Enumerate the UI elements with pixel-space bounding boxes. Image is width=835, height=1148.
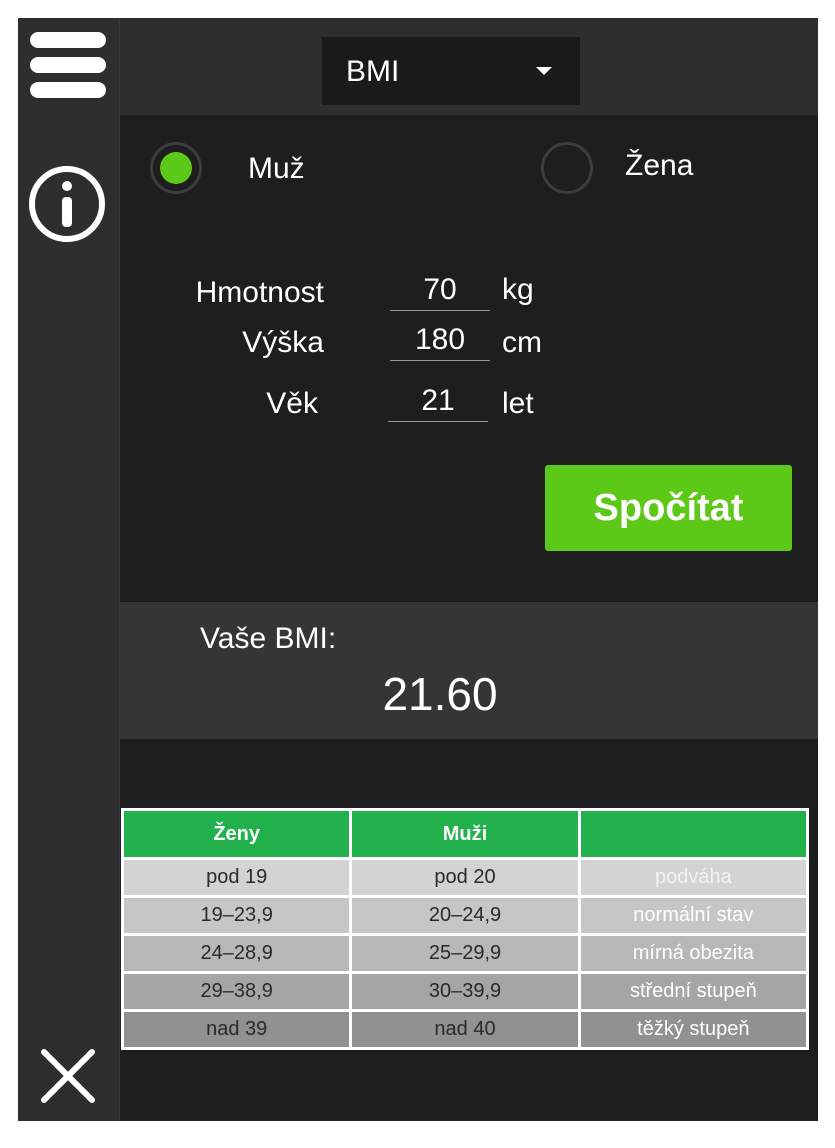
table-cell-women: 24–28,9 — [120, 933, 353, 974]
radio-female-label[interactable]: Žena — [625, 149, 693, 183]
mode-dropdown-value: BMI — [346, 55, 400, 88]
table-row: 19–23,9 20–24,9 normální stav — [120, 895, 810, 936]
table-cell-women: nad 39 — [120, 1009, 353, 1050]
sidebar — [18, 18, 120, 1121]
table-cell-women: 29–38,9 — [120, 971, 353, 1012]
result-label: Vaše BMI: — [200, 622, 337, 655]
radio-male-label[interactable]: Muž — [248, 152, 305, 186]
radio-female[interactable] — [541, 142, 593, 194]
table-row: 29–38,9 30–39,9 střední stupeň — [120, 971, 810, 1012]
table-header-category — [577, 808, 810, 860]
top-bar: BMI — [120, 18, 818, 115]
close-icon[interactable] — [40, 1048, 96, 1104]
table-cell-men: 20–24,9 — [349, 895, 581, 936]
weight-input[interactable] — [390, 270, 490, 311]
height-label: Výška — [242, 326, 324, 359]
mode-dropdown[interactable]: BMI — [322, 37, 580, 105]
table-row: pod 19 pod 20 podváha — [120, 857, 810, 898]
table-cell-category: střední stupeň — [577, 971, 810, 1012]
age-unit: let — [502, 387, 534, 420]
table-header-men: Muži — [349, 808, 581, 860]
table-cell-men: nad 40 — [349, 1009, 581, 1050]
calculate-button[interactable]: Spočítat — [545, 465, 792, 551]
table-cell-men: pod 20 — [349, 857, 581, 898]
age-label: Věk — [266, 387, 318, 420]
table-row: 24–28,9 25–29,9 mírná obezita — [120, 933, 810, 974]
table-cell-category: podváha — [577, 857, 810, 898]
bmi-reference-table: Ženy Muži pod 19 pod 20 podváha 19–23,9 … — [120, 808, 810, 1050]
chevron-down-icon — [536, 67, 552, 75]
radio-male-selected-dot — [160, 152, 192, 184]
table-cell-category: mírná obezita — [577, 933, 810, 974]
radio-male[interactable] — [150, 142, 202, 194]
hamburger-menu-icon[interactable] — [30, 32, 106, 98]
table-cell-women: pod 19 — [120, 857, 353, 898]
table-cell-category: těžký stupeň — [577, 1009, 810, 1050]
result-value: 21.60 — [382, 668, 498, 720]
app-window: BMI Muž Žena Hmotnost kg Výška cm Věk le… — [18, 18, 818, 1121]
age-input[interactable] — [388, 381, 488, 422]
result-panel: Vaše BMI: 21.60 — [120, 602, 818, 739]
weight-label: Hmotnost — [195, 276, 324, 309]
table-cell-category: normální stav — [577, 895, 810, 936]
table-row: nad 39 nad 40 těžký stupeň — [120, 1009, 810, 1050]
table-header-row: Ženy Muži — [120, 808, 810, 860]
table-cell-men: 30–39,9 — [349, 971, 581, 1012]
height-input[interactable] — [390, 320, 490, 361]
table-header-women: Ženy — [120, 808, 353, 860]
height-unit: cm — [502, 326, 542, 359]
info-icon[interactable] — [27, 164, 107, 244]
weight-unit: kg — [502, 273, 534, 306]
table-cell-men: 25–29,9 — [349, 933, 581, 974]
table-cell-women: 19–23,9 — [120, 895, 353, 936]
